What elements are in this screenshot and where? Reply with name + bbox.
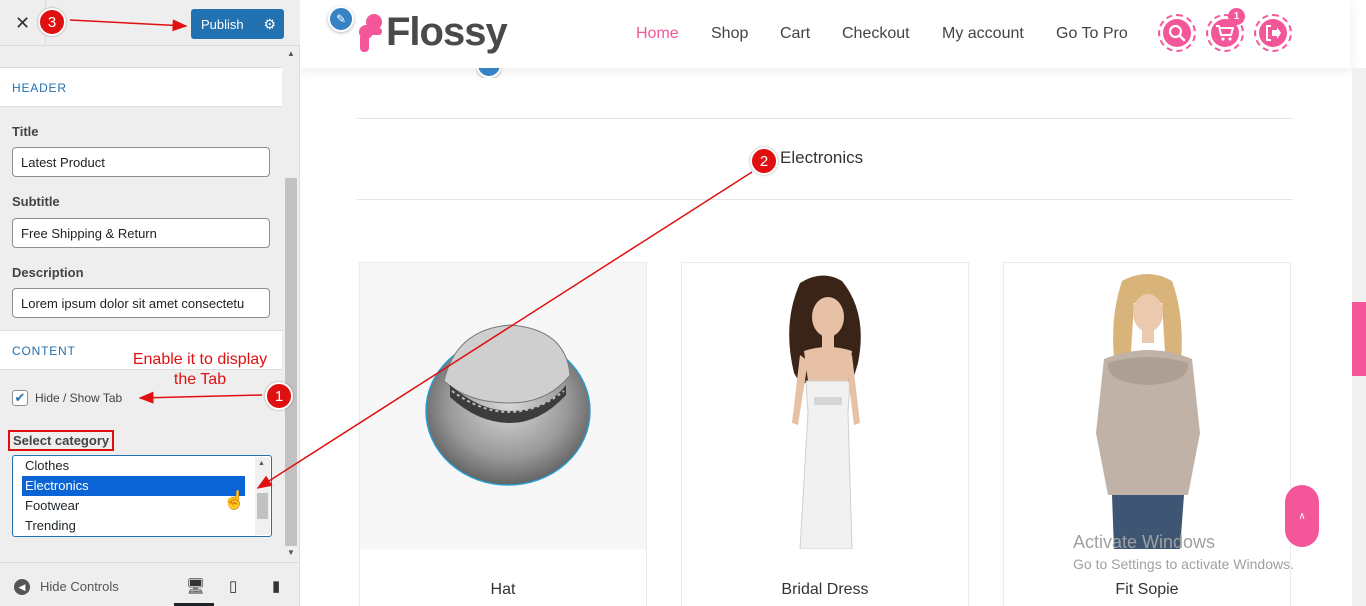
desktop-preview-icon[interactable]: 🖥 [186, 577, 205, 595]
category-listbox[interactable]: Clothes Electronics Footwear Trending ▲ … [12, 455, 272, 537]
annotation-badge-3: 3 [38, 8, 66, 36]
activate-windows-watermark: Activate Windows Go to Settings to activ… [1073, 532, 1294, 572]
product-image-hat[interactable] [360, 263, 646, 549]
edit-shortcut-pencil-icon[interactable]: ✎ [328, 6, 354, 32]
product-image-bridal-dress[interactable] [682, 263, 968, 549]
tab-divider-bottom [357, 199, 1293, 200]
hide-show-tab-label[interactable]: Hide / Show Tab [35, 391, 122, 405]
customizer-sidebar: ✕ Publish ⚙ ▲ ▼ HEADER Title Latest Prod… [0, 0, 300, 606]
listbox-scrollbar-thumb[interactable] [257, 493, 268, 519]
mobile-preview-icon[interactable]: ▮ [272, 577, 280, 595]
description-label: Description [12, 265, 84, 280]
category-option-clothes[interactable]: Clothes [22, 456, 245, 476]
nav-shop[interactable]: Shop [711, 25, 748, 43]
nav-my-account[interactable]: My account [942, 25, 1024, 43]
fit-sopie-image [1096, 274, 1200, 549]
tab-divider-top [357, 118, 1293, 119]
sidebar-scrollbar-thumb[interactable] [285, 178, 297, 546]
site-logo-text[interactable]: Flossy [386, 10, 508, 55]
cart-count-badge: 1 [1228, 8, 1245, 25]
nav-checkout[interactable]: Checkout [842, 25, 910, 43]
tablet-preview-icon[interactable]: ▯ [229, 577, 237, 595]
category-option-footwear[interactable]: Footwear [22, 496, 245, 516]
watermark-line2: Go to Settings to activate Windows. [1073, 556, 1294, 572]
category-option-trending[interactable]: Trending [22, 516, 245, 536]
collapse-arrow-icon[interactable]: ◀ [14, 579, 30, 595]
product-image-fit-sopie[interactable] [1004, 263, 1290, 549]
listbox-scrollbar[interactable]: ▲ [255, 457, 270, 535]
publish-label: Publish [201, 17, 244, 32]
publish-button[interactable]: Publish ⚙ [191, 9, 284, 39]
annotation-note: Enable it to display the Tab [132, 351, 268, 388]
site-navbar: ✎ Flossy Home Shop Cart Checkout My acco… [300, 0, 1350, 68]
listbox-scroll-up-icon[interactable]: ▲ [258, 460, 265, 467]
product-tab-electronics[interactable]: Electronics [780, 148, 863, 168]
title-input[interactable]: Latest Product [12, 147, 270, 177]
logout-button[interactable] [1254, 14, 1292, 52]
hide-show-tab-checkbox[interactable]: ✔ [12, 390, 28, 406]
nav-home[interactable]: Home [636, 25, 679, 43]
product-name-fit-sopie[interactable]: Fit Sopie [1004, 581, 1290, 599]
search-button[interactable] [1158, 14, 1196, 52]
title-label: Title [12, 124, 39, 139]
category-option-electronics[interactable]: Electronics [22, 476, 245, 496]
flossy-logo-icon [359, 14, 382, 52]
subtitle-input[interactable]: Free Shipping & Return [12, 218, 270, 248]
bridal-dress-image [789, 275, 861, 549]
customizer-footer: ◀ Hide Controls 🖥 ▯ ▮ [0, 562, 299, 606]
product-name-bridal-dress[interactable]: Bridal Dress [682, 581, 968, 599]
product-card-hat[interactable]: Hat [359, 262, 647, 606]
site-preview: ✎ Flossy Home Shop Cart Checkout My acco… [300, 0, 1366, 606]
hand-cursor-icon: ☝ [223, 490, 246, 510]
scroll-down-arrow-icon[interactable]: ▼ [287, 548, 295, 557]
subtitle-label: Subtitle [12, 194, 60, 209]
scroll-up-arrow-icon[interactable]: ▲ [287, 49, 295, 58]
annotation-badge-2: 2 [750, 147, 778, 175]
section-header-title: HEADER [0, 67, 282, 107]
description-input[interactable]: Lorem ipsum dolor sit amet consectetu [12, 288, 270, 318]
cart-icon [1216, 25, 1234, 41]
hat-image [425, 324, 591, 486]
search-icon [1168, 24, 1186, 42]
logout-icon [1266, 25, 1281, 41]
product-name-hat[interactable]: Hat [360, 581, 646, 599]
product-card-bridal-dress[interactable]: Bridal Dress [681, 262, 969, 606]
close-icon: ✕ [14, 12, 31, 33]
nav-cart[interactable]: Cart [780, 25, 810, 43]
gear-icon[interactable]: ⚙ [263, 16, 276, 33]
select-category-label: Select category [8, 430, 115, 451]
watermark-line1: Activate Windows [1073, 532, 1216, 552]
nav-go-to-pro[interactable]: Go To Pro [1056, 25, 1128, 43]
hide-controls-button[interactable]: Hide Controls [40, 579, 119, 594]
preview-scrollbar-thumb[interactable] [1352, 302, 1366, 376]
